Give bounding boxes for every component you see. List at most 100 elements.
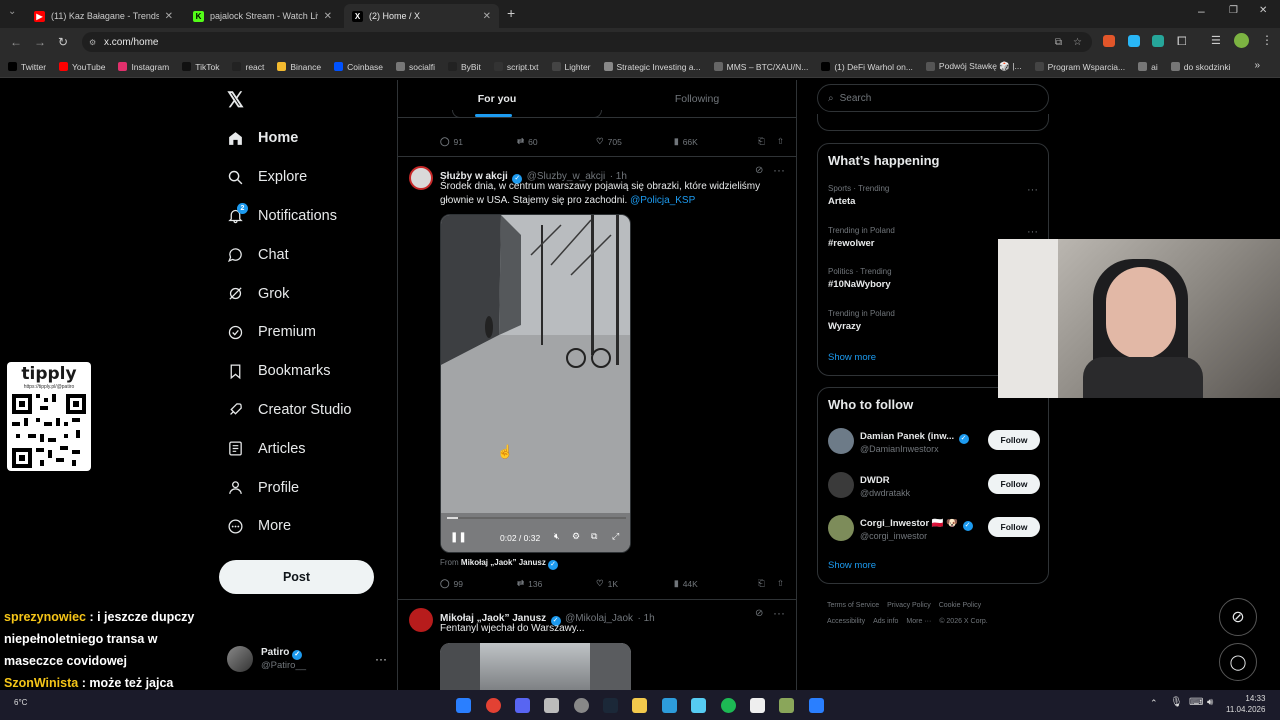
avatar[interactable]: [409, 608, 433, 632]
discord-icon[interactable]: [515, 698, 530, 713]
bookmark-item[interactable]: Coinbase: [334, 62, 383, 72]
bookmark-item[interactable]: socialfi: [396, 62, 435, 72]
bookmark-item[interactable]: MMS – BTC/XAU/N...: [713, 62, 808, 72]
nav-item-bookmarks[interactable]: Bookmarks: [219, 352, 389, 391]
site-info-icon[interactable]: ⚙: [89, 38, 96, 47]
share-icon[interactable]: ⇧: [777, 136, 784, 147]
app-icon[interactable]: [750, 698, 765, 713]
grok-fab[interactable]: ⊘: [1219, 598, 1257, 636]
search-input[interactable]: ⌕ Search: [817, 84, 1049, 112]
x-logo-icon[interactable]: 𝕏: [227, 88, 244, 113]
bookmark-item[interactable]: ai: [1138, 62, 1158, 72]
follow-suggestion[interactable]: DWDR @dwdratakk Follow: [828, 470, 1040, 500]
close-tab-icon[interactable]: ✕: [483, 11, 491, 22]
nav-item-articles[interactable]: Articles: [219, 429, 389, 468]
bookmark-item[interactable]: react: [232, 62, 264, 72]
tab-search-icon[interactable]: ⌄: [8, 6, 16, 17]
nav-item-profile[interactable]: Profile: [219, 468, 389, 507]
pause-icon[interactable]: ❚❚: [450, 532, 467, 543]
fullscreen-icon[interactable]: ⤢: [612, 531, 619, 542]
bookmark-item[interactable]: YouTube: [59, 62, 105, 72]
bookmark-item[interactable]: (1) DeFi Warhol on...: [821, 62, 913, 72]
footer-link[interactable]: Terms of Service: [827, 602, 879, 609]
bookmark-item[interactable]: Podwój Stawkę 🎲 |...: [925, 61, 1022, 72]
follow-button[interactable]: Follow: [988, 473, 1040, 494]
settings-icon[interactable]: ⚙: [572, 531, 580, 542]
post-button[interactable]: Post: [219, 560, 374, 594]
app-icon[interactable]: [662, 698, 677, 713]
follow-button[interactable]: Follow: [988, 517, 1040, 537]
account-switcher[interactable]: Patiro ✓ @Patiro__ ···: [227, 644, 387, 674]
restore-icon[interactable]: ❐: [1229, 5, 1238, 16]
more-dots-icon[interactable]: ···: [1027, 184, 1038, 196]
chrome-icon[interactable]: [486, 698, 501, 713]
bookmark-item[interactable]: Lighter: [551, 62, 591, 72]
tab-following[interactable]: Following: [597, 80, 797, 117]
more-dots-icon[interactable]: ···: [773, 163, 785, 177]
nav-item-home[interactable]: Home: [219, 119, 389, 158]
profile-avatar[interactable]: [1234, 33, 1249, 48]
network-icon[interactable]: ⌨: [1189, 697, 1203, 708]
bookmark-item[interactable]: do skodzinki: [1170, 62, 1231, 72]
extension-icon[interactable]: [1152, 35, 1164, 47]
steam-icon[interactable]: [603, 698, 618, 713]
source-author[interactable]: Mikołaj „Jaok” Janusz: [461, 558, 546, 567]
nav-item-premium[interactable]: Premium: [219, 313, 389, 352]
bookmark-item[interactable]: TikTok: [182, 62, 219, 72]
folder-icon[interactable]: [632, 698, 647, 713]
bookmark-item[interactable]: Binance: [277, 62, 321, 72]
app-icon[interactable]: [691, 698, 706, 713]
back-icon[interactable]: ←: [10, 35, 22, 49]
follow-suggestion[interactable]: Damian Panek (inw... ✓ @DamianInwestorx Fo…: [828, 426, 1040, 456]
footer-link[interactable]: More ···: [906, 618, 931, 625]
bookmark-icon[interactable]: ⎗: [758, 136, 765, 147]
obs-icon[interactable]: [574, 698, 589, 713]
footer-link[interactable]: Cookie Policy: [939, 602, 981, 609]
spotify-icon[interactable]: [721, 698, 736, 713]
browser-tab-kick[interactable]: K pajalock Stream - Watch Live o ✕: [185, 4, 340, 28]
show-more-link[interactable]: Show more: [828, 560, 876, 571]
views-button[interactable]: ▮ 44K: [674, 578, 754, 589]
like-button[interactable]: ♡ 1K: [596, 578, 674, 589]
weather-widget[interactable]: 6°C: [14, 698, 27, 707]
close-window-icon[interactable]: ✕: [1259, 5, 1267, 16]
browser-tab-x[interactable]: X (2) Home / X ✕: [344, 4, 499, 28]
bookmark-item[interactable]: Instagram: [118, 62, 169, 72]
bookmark-icon[interactable]: ⎗: [758, 578, 765, 589]
tray-chevron-icon[interactable]: ⌃: [1150, 698, 1158, 709]
grok-icon[interactable]: ⊘: [755, 165, 763, 176]
nav-item-chat[interactable]: Chat: [219, 235, 389, 274]
tweet-image[interactable]: [440, 643, 631, 690]
mention-link[interactable]: @Policja_KSP: [630, 195, 695, 206]
app-icon[interactable]: [809, 698, 824, 713]
footer-link[interactable]: Privacy Policy: [887, 602, 931, 609]
views-button[interactable]: ▮ 66K: [674, 136, 754, 147]
extension-icon[interactable]: [1103, 35, 1115, 47]
clock[interactable]: 14:33 11.04.2026: [1226, 693, 1265, 715]
more-dots-icon[interactable]: ···: [1027, 226, 1038, 238]
app-icon[interactable]: [544, 698, 559, 713]
close-tab-icon[interactable]: ✕: [165, 11, 173, 22]
tweet-video[interactable]: ❚❚ 0:02 / 0:32 🔇︎ ⚙ ⧉ ⤢: [440, 214, 631, 553]
mic-icon[interactable]: 🎙︎: [1170, 697, 1183, 708]
tab-for-you[interactable]: For you: [397, 80, 597, 117]
bookmark-item[interactable]: ByBit: [448, 62, 481, 72]
url-field[interactable]: ⚙ x.com/home ⧉ ☆: [82, 32, 1092, 52]
share-icon[interactable]: ⇧: [777, 578, 784, 589]
avatar[interactable]: [409, 166, 433, 190]
nav-item-creator-studio[interactable]: Creator Studio: [219, 391, 389, 430]
app-icon[interactable]: [779, 698, 794, 713]
nav-item-more[interactable]: More: [219, 507, 389, 546]
browser-tab-youtube[interactable]: ▶ (11) Kaz Bałagane - Trendsette ✕: [26, 4, 181, 28]
bookmark-item[interactable]: Program Wsparcia...: [1034, 62, 1125, 72]
pip-icon[interactable]: ⧉: [591, 531, 597, 542]
forward-icon[interactable]: →: [34, 35, 46, 49]
new-tab-icon[interactable]: +: [507, 5, 515, 21]
messages-fab[interactable]: ◯: [1219, 643, 1257, 681]
minimize-icon[interactable]: –: [1198, 4, 1205, 18]
reply-button[interactable]: ◯ 91: [440, 136, 517, 147]
show-more-link[interactable]: Show more: [828, 352, 876, 363]
install-icon[interactable]: ⧉: [1055, 37, 1062, 48]
reply-button[interactable]: ◯ 99: [440, 578, 517, 589]
bookmark-item[interactable]: script.txt: [493, 62, 539, 72]
